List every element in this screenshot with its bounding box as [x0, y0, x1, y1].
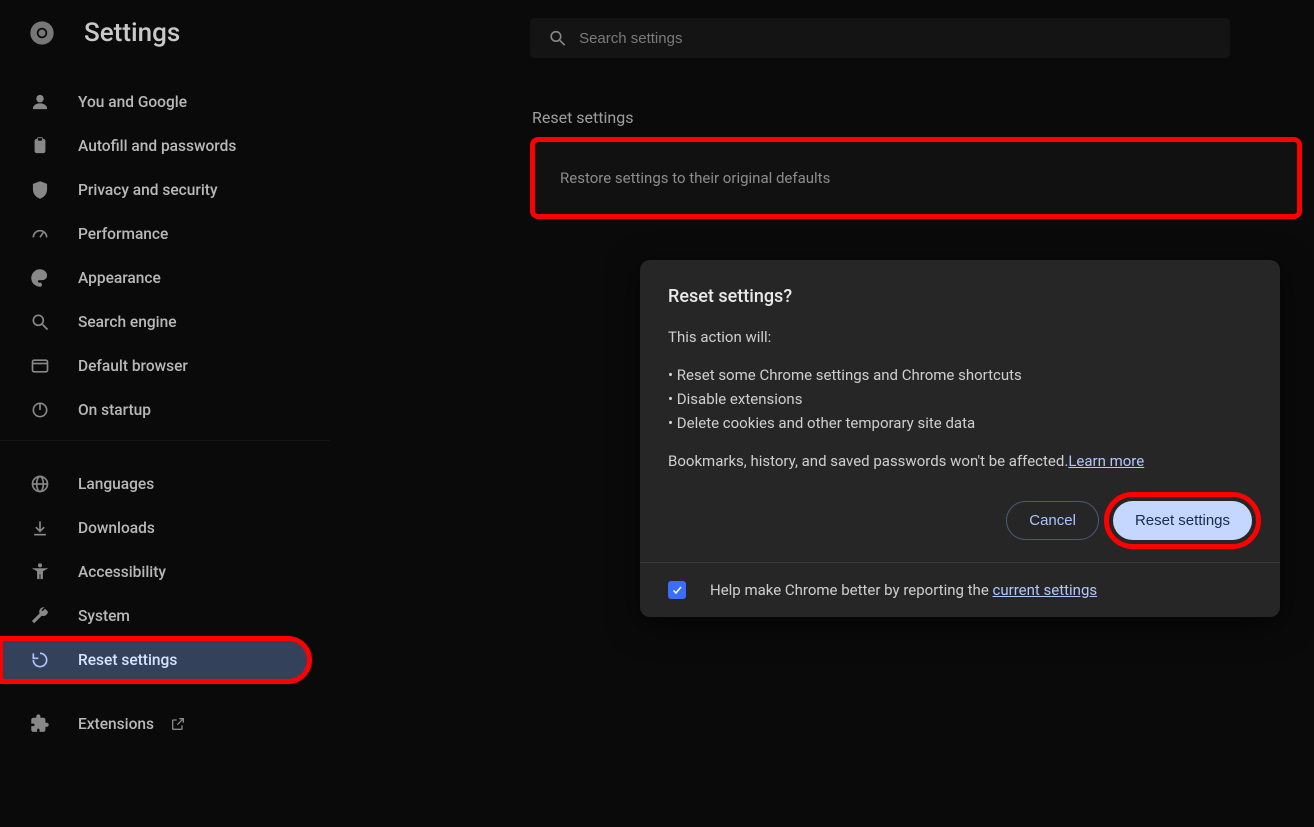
- clipboard-icon: [30, 136, 50, 156]
- reset-settings-dialog: Reset settings? This action will: Reset …: [640, 260, 1280, 617]
- shield-icon: [30, 180, 50, 200]
- sidebar-item-label: Search engine: [78, 313, 177, 331]
- sidebar-item-label: Accessibility: [78, 563, 166, 581]
- speedometer-icon: [30, 224, 50, 244]
- sidebar-item-appearance[interactable]: Appearance: [0, 256, 330, 300]
- sidebar: You and Google Autofill and passwords Pr…: [0, 80, 330, 746]
- restore-settings-label: Restore settings to their original defau…: [560, 169, 830, 187]
- accessibility-icon: [30, 562, 50, 582]
- globe-icon: [30, 474, 50, 494]
- sidebar-item-reset-settings[interactable]: Reset settings: [0, 638, 310, 682]
- download-icon: [30, 518, 50, 538]
- external-link-icon: [170, 716, 186, 732]
- sidebar-item-accessibility[interactable]: Accessibility: [0, 550, 330, 594]
- sidebar-item-default-browser[interactable]: Default browser: [0, 344, 330, 388]
- sidebar-item-label: Languages: [78, 475, 154, 493]
- report-settings-checkbox[interactable]: [668, 581, 686, 599]
- sidebar-item-label: Privacy and security: [78, 181, 218, 199]
- sidebar-item-languages[interactable]: Languages: [0, 462, 330, 506]
- browser-icon: [30, 356, 50, 376]
- sidebar-item-you-and-google[interactable]: You and Google: [0, 80, 330, 124]
- cancel-button[interactable]: Cancel: [1006, 501, 1099, 540]
- dialog-title: Reset settings?: [668, 286, 1252, 307]
- checkbox-label: Help make Chrome better by reporting the: [710, 581, 993, 599]
- dialog-footer-text: Bookmarks, history, and saved passwords …: [668, 452, 1068, 470]
- sidebar-item-label: You and Google: [78, 93, 187, 111]
- dialog-intro: This action will:: [668, 325, 1252, 349]
- power-icon: [30, 400, 50, 420]
- dialog-bullet: Reset some Chrome settings and Chrome sh…: [668, 363, 1252, 387]
- person-icon: [30, 92, 50, 112]
- section-title: Reset settings: [532, 108, 1302, 127]
- sidebar-item-performance[interactable]: Performance: [0, 212, 330, 256]
- wrench-icon: [30, 606, 50, 626]
- dialog-footer: Help make Chrome better by reporting the…: [640, 562, 1280, 617]
- sidebar-item-label: Autofill and passwords: [78, 137, 236, 155]
- dialog-bullet: Delete cookies and other temporary site …: [668, 411, 1252, 435]
- sidebar-item-search-engine[interactable]: Search engine: [0, 300, 330, 344]
- sidebar-item-label: Downloads: [78, 519, 155, 537]
- sidebar-item-privacy[interactable]: Privacy and security: [0, 168, 330, 212]
- dialog-bullet: Disable extensions: [668, 387, 1252, 411]
- dialog-buttons: Cancel Reset settings: [668, 501, 1252, 540]
- sidebar-item-label: Performance: [78, 225, 168, 243]
- dialog-body: Reset settings? This action will: Reset …: [640, 260, 1280, 562]
- sidebar-item-label: Reset settings: [78, 651, 177, 669]
- reset-icon: [30, 650, 50, 670]
- search-icon: [548, 28, 567, 48]
- chrome-logo-icon: [28, 19, 56, 47]
- dialog-text: This action will: Reset some Chrome sett…: [668, 325, 1252, 473]
- extension-icon: [30, 714, 50, 734]
- sidebar-item-label: System: [78, 607, 130, 625]
- palette-icon: [30, 268, 50, 288]
- restore-settings-row[interactable]: Restore settings to their original defau…: [532, 139, 1300, 217]
- current-settings-link[interactable]: current settings: [993, 581, 1098, 599]
- reset-settings-button[interactable]: Reset settings: [1113, 501, 1252, 540]
- sidebar-divider: [0, 440, 330, 458]
- sidebar-item-label: Default browser: [78, 357, 188, 375]
- search-wrap: [530, 18, 1230, 58]
- sidebar-item-autofill[interactable]: Autofill and passwords: [0, 124, 330, 168]
- learn-more-link[interactable]: Learn more: [1068, 452, 1144, 470]
- sidebar-item-on-startup[interactable]: On startup: [0, 388, 330, 432]
- sidebar-item-system[interactable]: System: [0, 594, 330, 638]
- search-icon: [30, 312, 50, 332]
- main-content: Reset settings Restore settings to their…: [532, 108, 1302, 217]
- sidebar-item-label: Extensions: [78, 715, 154, 733]
- sidebar-item-label: Appearance: [78, 269, 161, 287]
- page-title: Settings: [84, 18, 180, 48]
- sidebar-item-extensions[interactable]: Extensions: [0, 702, 330, 746]
- sidebar-item-label: On startup: [78, 401, 151, 419]
- search-input[interactable]: [579, 30, 1212, 47]
- sidebar-item-downloads[interactable]: Downloads: [0, 506, 330, 550]
- search-box[interactable]: [530, 18, 1230, 58]
